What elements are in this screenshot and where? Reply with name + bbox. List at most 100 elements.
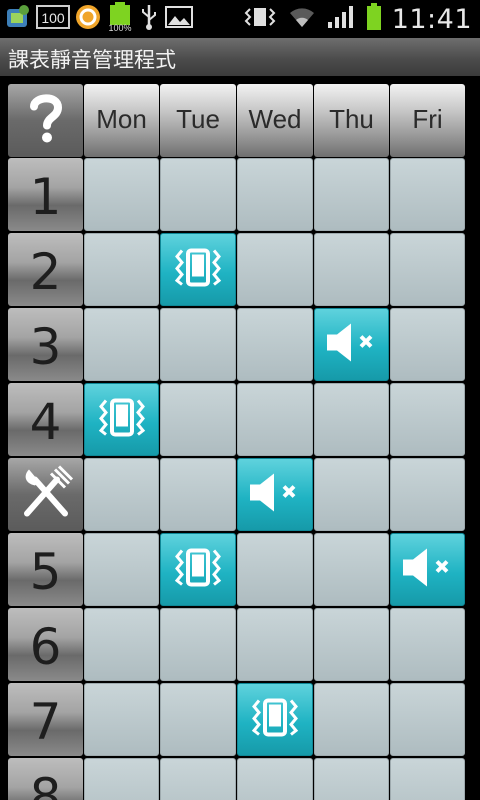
day-label: Fri xyxy=(412,104,443,134)
period-header-2: 2 xyxy=(8,233,83,306)
app-title-bar: 課表靜音管理程式 xyxy=(0,38,480,77)
period-header-lunch xyxy=(8,458,83,531)
period-label: 7 xyxy=(29,693,62,751)
vibrate-icon xyxy=(242,5,278,34)
timetable-cell[interactable] xyxy=(160,533,236,606)
timetable-cell[interactable] xyxy=(84,758,159,800)
timetable-cell[interactable] xyxy=(390,458,465,531)
svg-text:100: 100 xyxy=(41,10,65,26)
period-label: 1 xyxy=(29,168,62,226)
timetable-cell[interactable] xyxy=(314,758,389,800)
period-label: 2 xyxy=(29,243,62,301)
battery-icon xyxy=(366,2,382,36)
timetable-cell[interactable] xyxy=(390,608,465,681)
timetable-cell[interactable] xyxy=(237,158,313,231)
mute-icon xyxy=(397,545,459,594)
usb-icon xyxy=(138,3,160,36)
period-label: 6 xyxy=(29,618,62,676)
timetable-cell[interactable] xyxy=(84,383,159,456)
period-header-1: 1 xyxy=(8,158,83,231)
timetable-cell[interactable] xyxy=(314,383,389,456)
timetable-cell[interactable] xyxy=(84,533,159,606)
timetable-cell[interactable] xyxy=(390,233,465,306)
timetable-cell[interactable] xyxy=(160,608,236,681)
timetable-cell[interactable] xyxy=(160,758,236,800)
day-header-fri: Fri xyxy=(390,84,465,157)
timetable-cell[interactable] xyxy=(237,308,313,381)
system-icons: 11:41 xyxy=(242,2,472,36)
timetable-cell[interactable] xyxy=(237,533,313,606)
timetable-cell[interactable] xyxy=(390,158,465,231)
day-label: Wed xyxy=(248,104,302,134)
clock: 11:41 xyxy=(391,3,472,35)
period-header-8: 8 xyxy=(8,758,83,800)
mute-icon xyxy=(244,470,306,519)
day-header-mon: Mon xyxy=(84,84,159,157)
hundred-badge-icon: 100 xyxy=(36,4,70,35)
timetable-cell[interactable] xyxy=(390,683,465,756)
timetable-cell[interactable] xyxy=(390,533,465,606)
timetable-cell[interactable] xyxy=(237,608,313,681)
vibrate-icon xyxy=(170,544,226,595)
day-label: Thu xyxy=(329,104,374,134)
notification-icons: 100 100% xyxy=(4,1,194,37)
timetable-cell[interactable] xyxy=(84,608,159,681)
timetable-cell[interactable] xyxy=(84,158,159,231)
timetable-cell[interactable] xyxy=(390,383,465,456)
period-header-5: 5 xyxy=(8,533,83,606)
day-header-wed: Wed xyxy=(237,84,313,157)
period-label: 8 xyxy=(29,768,62,800)
period-header-7: 7 xyxy=(8,683,83,756)
period-header-3: 3 xyxy=(8,308,83,381)
svg-text:100%: 100% xyxy=(108,23,131,32)
timetable-cell[interactable] xyxy=(84,233,159,306)
app-icon xyxy=(4,3,32,36)
ring-app-icon xyxy=(74,3,102,36)
timetable-cell[interactable] xyxy=(314,683,389,756)
timetable-grid: Mon Tue Wed Thu Fri 1 2 3 4 5 6 7 8 xyxy=(0,76,480,800)
timetable-cell[interactable] xyxy=(237,383,313,456)
timetable-cell[interactable] xyxy=(314,308,389,381)
timetable-cell[interactable] xyxy=(84,458,159,531)
timetable-cell[interactable] xyxy=(237,233,313,306)
question-icon xyxy=(26,92,66,149)
battery-icon: 100% xyxy=(106,1,134,37)
timetable-cell[interactable] xyxy=(160,458,236,531)
mute-icon xyxy=(321,320,383,369)
signal-icon xyxy=(326,4,356,35)
wifi-icon xyxy=(288,5,316,34)
timetable-cell[interactable] xyxy=(160,383,236,456)
app-title: 課表靜音管理程式 xyxy=(8,48,176,72)
day-header-tue: Tue xyxy=(160,84,236,157)
image-icon xyxy=(164,4,194,35)
vibrate-icon xyxy=(94,394,150,445)
fork-knife-icon xyxy=(19,464,73,524)
timetable-cell[interactable] xyxy=(84,308,159,381)
timetable-cell[interactable] xyxy=(314,233,389,306)
timetable-cell[interactable] xyxy=(390,758,465,800)
timetable-cell[interactable] xyxy=(314,533,389,606)
status-bar: 100 100% 11:41 xyxy=(0,0,480,38)
period-header-4: 4 xyxy=(8,383,83,456)
day-label: Mon xyxy=(96,104,147,134)
day-label: Tue xyxy=(176,104,220,134)
vibrate-icon xyxy=(170,244,226,295)
period-label: 4 xyxy=(29,393,62,451)
timetable-cell[interactable] xyxy=(160,158,236,231)
timetable-cell[interactable] xyxy=(160,308,236,381)
timetable-cell[interactable] xyxy=(237,458,313,531)
timetable-cell[interactable] xyxy=(84,683,159,756)
timetable-cell[interactable] xyxy=(237,683,313,756)
timetable-cell[interactable] xyxy=(314,158,389,231)
timetable-cell[interactable] xyxy=(390,308,465,381)
timetable-cell[interactable] xyxy=(314,458,389,531)
timetable-cell[interactable] xyxy=(160,683,236,756)
vibrate-icon xyxy=(247,694,303,745)
timetable-cell[interactable] xyxy=(160,233,236,306)
timetable-cell[interactable] xyxy=(237,758,313,800)
period-label: 3 xyxy=(29,318,62,376)
timetable-cell[interactable] xyxy=(314,608,389,681)
help-button[interactable] xyxy=(8,84,83,157)
day-header-thu: Thu xyxy=(314,84,389,157)
period-header-6: 6 xyxy=(8,608,83,681)
